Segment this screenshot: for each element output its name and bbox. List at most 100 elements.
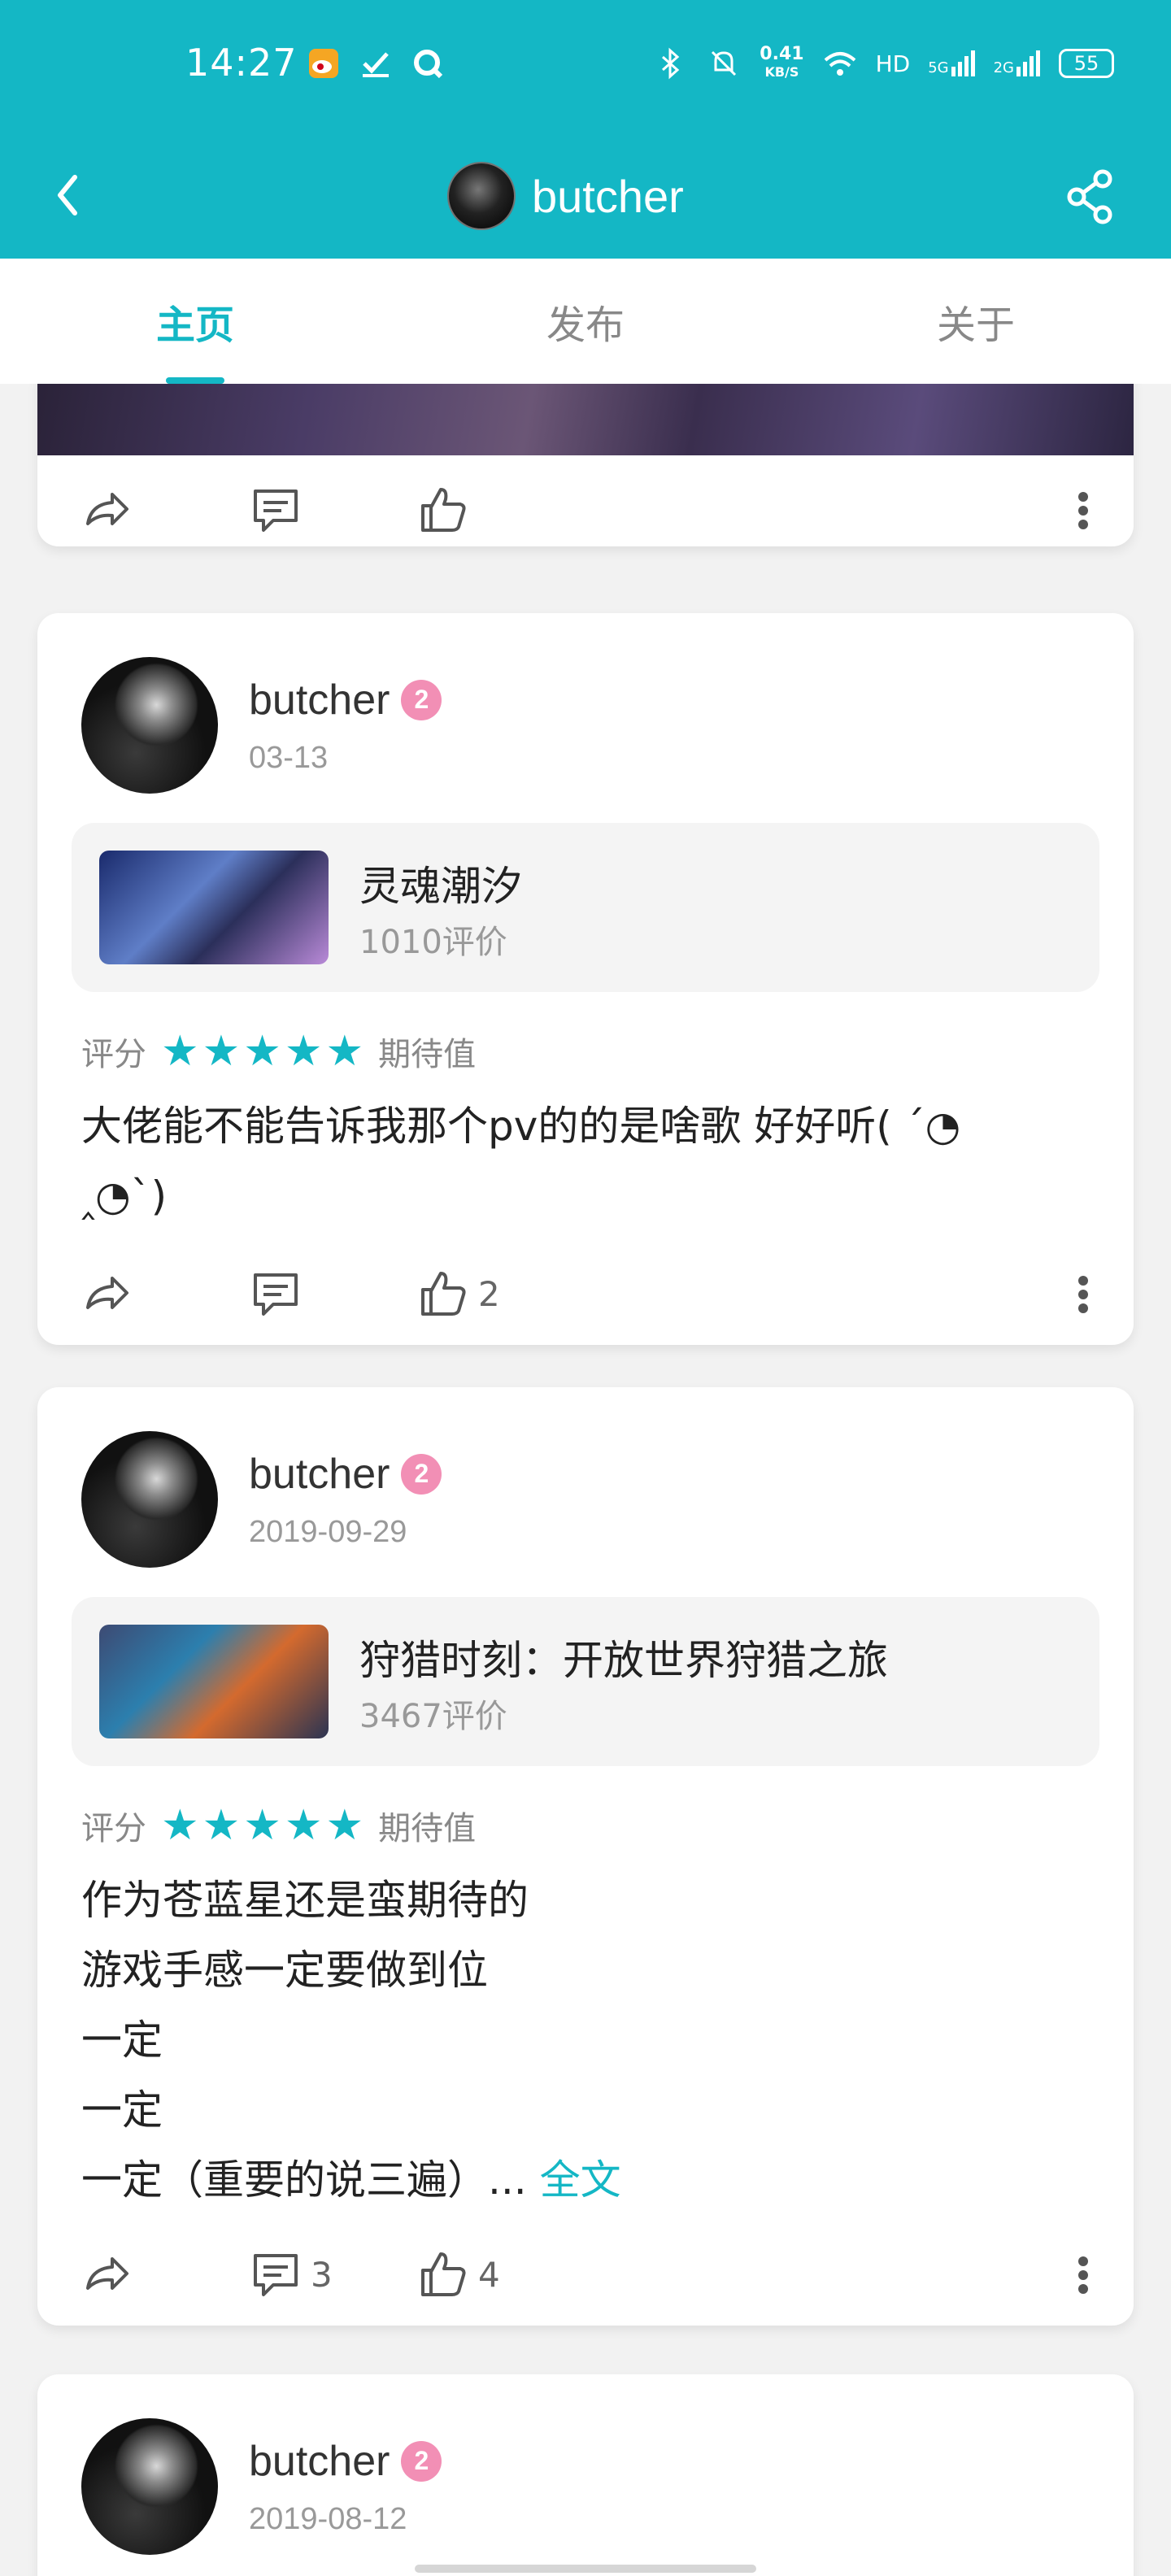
star-icon: ★ bbox=[325, 1801, 364, 1850]
star-icon: ★ bbox=[325, 1027, 364, 1076]
post-author: butcher 2 2019-08-12 bbox=[81, 2418, 442, 2555]
post-body-line: ‸◔`) bbox=[81, 1173, 168, 1220]
level-badge: 2 bbox=[401, 679, 442, 720]
app-bar: butcher bbox=[0, 130, 1171, 259]
post-body[interactable]: 大佬能不能告诉我那个pv的的是啥歌 好好听( ´◔ ‸◔`) bbox=[81, 1091, 1090, 1231]
forward-button[interactable] bbox=[80, 1267, 133, 1321]
mute-bell-icon bbox=[706, 46, 742, 81]
avatar[interactable] bbox=[81, 657, 218, 794]
post-author: butcher 2 2019-09-29 bbox=[81, 1431, 442, 1568]
game-thumbnail bbox=[99, 1625, 329, 1738]
post-card: butcher 2 2019-09-29 狩猎时刻：开放世界狩猎之旅 3467评… bbox=[37, 1387, 1134, 2326]
game-thumbnail bbox=[99, 851, 329, 964]
post-actions bbox=[37, 455, 1134, 546]
rating-tag: 期待值 bbox=[378, 1810, 477, 1847]
read-more-link[interactable]: 全文 bbox=[540, 2156, 621, 2204]
rating-stars: ★ ★ ★ ★ ★ bbox=[161, 1030, 363, 1073]
wifi-icon bbox=[822, 46, 858, 81]
comment-button[interactable] bbox=[249, 1267, 311, 1321]
hd-label: HD bbox=[875, 50, 911, 77]
more-menu-button[interactable] bbox=[1078, 1272, 1090, 1317]
star-icon: ★ bbox=[284, 1027, 323, 1076]
rating-row: 评分 ★ ★ ★ ★ ★ 期待值 bbox=[81, 1028, 476, 1075]
forward-button[interactable] bbox=[80, 483, 133, 537]
comment-icon bbox=[254, 490, 298, 532]
share-button[interactable] bbox=[1049, 154, 1130, 236]
post-card: butcher 2 2019-08-12 bbox=[37, 2374, 1134, 2576]
post-date: 2019-08-12 bbox=[249, 2501, 407, 2536]
rating-label: 评分 bbox=[81, 1036, 146, 1073]
post-card: butcher 2 03-13 灵魂潮汐 1010评价 评分 ★ ★ ★ ★ ★… bbox=[37, 613, 1134, 1345]
share-arrow-icon bbox=[86, 1277, 128, 1309]
post-body-line: 一定 bbox=[81, 2086, 163, 2134]
like-button[interactable]: 2 bbox=[416, 1267, 500, 1321]
feed: butcher 2 03-13 灵魂潮汐 1010评价 评分 ★ ★ ★ ★ ★… bbox=[0, 384, 1171, 2576]
comment-button[interactable]: 3 bbox=[249, 2247, 333, 2301]
like-count: 4 bbox=[478, 2254, 500, 2295]
author-name[interactable]: butcher bbox=[249, 2437, 390, 2486]
star-icon: ★ bbox=[284, 1801, 323, 1850]
post-author: butcher 2 03-13 bbox=[81, 657, 442, 794]
q-icon bbox=[410, 46, 446, 81]
like-button[interactable] bbox=[416, 483, 470, 537]
tab-about[interactable]: 关于 bbox=[781, 259, 1171, 384]
star-icon: ★ bbox=[202, 1027, 241, 1076]
rating-tag: 期待值 bbox=[378, 1036, 477, 1073]
share-arrow-icon bbox=[86, 493, 128, 525]
rating-label: 评分 bbox=[81, 1810, 146, 1847]
home-indicator[interactable] bbox=[415, 2565, 756, 2573]
avatar[interactable] bbox=[81, 2418, 218, 2555]
game-card[interactable]: 狩猎时刻：开放世界狩猎之旅 3467评价 bbox=[72, 1597, 1099, 1766]
post-date: 2019-09-29 bbox=[249, 1514, 407, 1549]
rating-row: 评分 ★ ★ ★ ★ ★ 期待值 bbox=[81, 1802, 476, 1849]
check-icon bbox=[358, 46, 394, 81]
star-icon: ★ bbox=[243, 1027, 281, 1076]
game-review-count: 3467评价 bbox=[359, 1698, 507, 1735]
status-time: 14:27 bbox=[185, 41, 298, 85]
avatar[interactable] bbox=[81, 1431, 218, 1568]
status-bar: 14:27 0.41 KB/S HD 5G 2G 55 bbox=[0, 0, 1171, 130]
back-button[interactable] bbox=[41, 154, 122, 236]
forward-button[interactable] bbox=[80, 2247, 133, 2301]
comment-icon bbox=[254, 2254, 298, 2296]
tab-posts[interactable]: 发布 bbox=[390, 259, 781, 384]
thumbs-up-icon bbox=[421, 1272, 466, 1316]
more-menu-button[interactable] bbox=[1078, 488, 1090, 533]
page-title: butcher bbox=[532, 170, 684, 222]
more-menu-button[interactable] bbox=[1078, 2252, 1090, 2298]
post-image[interactable] bbox=[37, 384, 1134, 455]
star-icon: ★ bbox=[202, 1801, 241, 1850]
signal-icon-2g: 2G bbox=[994, 50, 1041, 76]
rating-stars: ★ ★ ★ ★ ★ bbox=[161, 1804, 363, 1847]
thumbs-up-icon bbox=[421, 488, 466, 532]
net-speed: 0.41 KB/S bbox=[760, 44, 804, 80]
comment-button[interactable] bbox=[249, 483, 303, 537]
game-review-count: 1010评价 bbox=[359, 924, 507, 961]
post-actions: 3 4 bbox=[37, 2220, 1134, 2326]
post-body-line: 一定 bbox=[81, 2017, 163, 2064]
comment-count: 3 bbox=[311, 2254, 333, 2295]
level-badge: 2 bbox=[401, 2440, 442, 2482]
game-name: 狩猎时刻：开放世界狩猎之旅 bbox=[359, 1637, 888, 1684]
game-name: 灵魂潮汐 bbox=[359, 863, 522, 910]
author-name[interactable]: butcher bbox=[249, 676, 390, 724]
top-bar: 14:27 0.41 KB/S HD 5G 2G 55 butcher bbox=[0, 0, 1171, 259]
star-icon: ★ bbox=[161, 1027, 199, 1076]
post-actions: 2 bbox=[37, 1239, 1134, 1345]
post-card bbox=[37, 384, 1134, 546]
signal-icon-5g: 5G bbox=[928, 50, 975, 76]
star-icon: ★ bbox=[161, 1801, 199, 1850]
level-badge: 2 bbox=[401, 1453, 442, 1495]
post-body-line: 一定（重要的说三遍）... 全文 bbox=[81, 2156, 621, 2204]
share-arrow-icon bbox=[86, 2257, 128, 2290]
game-card[interactable]: 灵魂潮汐 1010评价 bbox=[72, 823, 1099, 992]
post-body-line: 作为苍蓝星还是蛮期待的 bbox=[81, 1877, 529, 1924]
tab-home[interactable]: 主页 bbox=[0, 259, 390, 384]
like-button[interactable]: 4 bbox=[416, 2247, 500, 2301]
chevron-left-icon bbox=[58, 175, 77, 215]
author-name[interactable]: butcher bbox=[249, 1450, 390, 1499]
post-body-line: 大佬能不能告诉我那个pv的的是啥歌 好好听( ´◔ bbox=[81, 1103, 961, 1150]
post-body[interactable]: 作为苍蓝星还是蛮期待的 游戏手感一定要做到位 一定 一定 一定（重要的说三遍）.… bbox=[81, 1865, 1090, 2215]
comment-icon bbox=[254, 1273, 298, 1316]
tab-bar: 主页 发布 关于 bbox=[0, 259, 1171, 384]
